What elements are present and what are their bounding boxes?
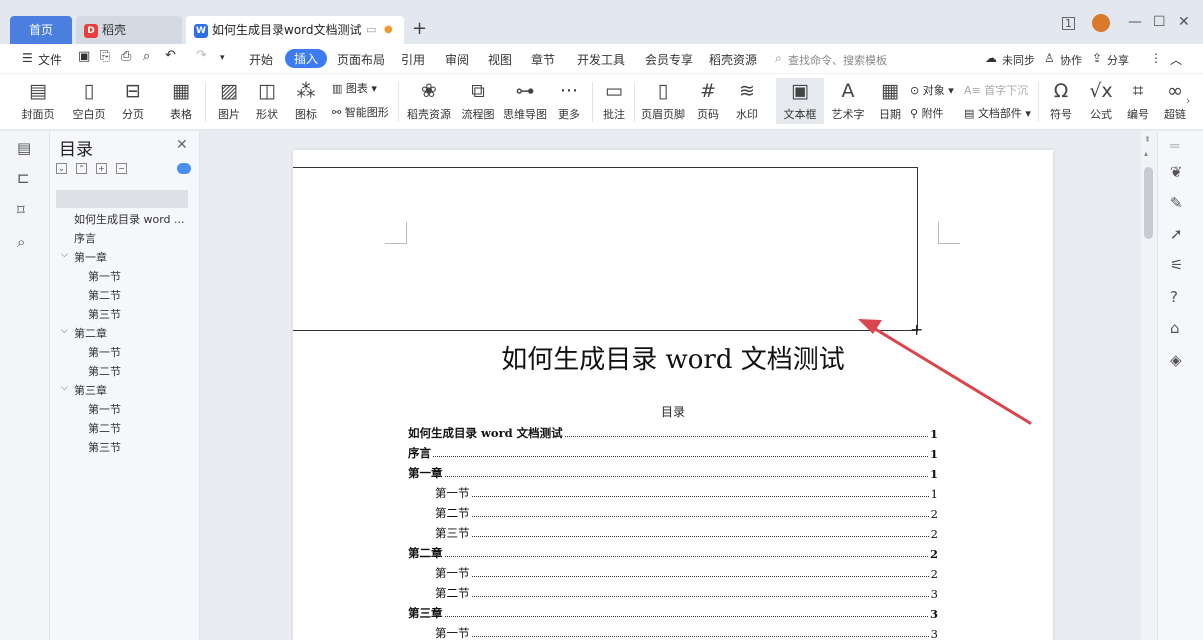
scrollbar-thumb[interactable] (1144, 167, 1153, 239)
scroll-prev-icon[interactable]: ▴ (1144, 149, 1148, 158)
backup-icon[interactable]: ⌂ (1170, 319, 1180, 337)
adjust-icon[interactable]: ⚟ (1170, 256, 1183, 274)
scroll-up-icon[interactable]: ⇞ (1144, 135, 1151, 144)
right-icon-rail: ═ ❦ ✎ ➚ ⚟ ? ⌂ ◈ (1157, 131, 1203, 640)
annotation-arrow (858, 319, 1032, 425)
arrow-shaft (870, 325, 1032, 425)
pen-icon[interactable]: ✎ (1170, 194, 1183, 212)
rail-separator-icon: ═ (1170, 137, 1180, 155)
select-cursor-icon[interactable]: ➚ (1170, 225, 1183, 243)
help-icon[interactable]: ? (1170, 288, 1178, 306)
vertical-scrollbar[interactable]: ⇞ ▴ (1141, 131, 1157, 640)
navigation-icon[interactable]: ◈ (1170, 351, 1182, 369)
style-icon[interactable]: ❦ (1170, 163, 1183, 181)
